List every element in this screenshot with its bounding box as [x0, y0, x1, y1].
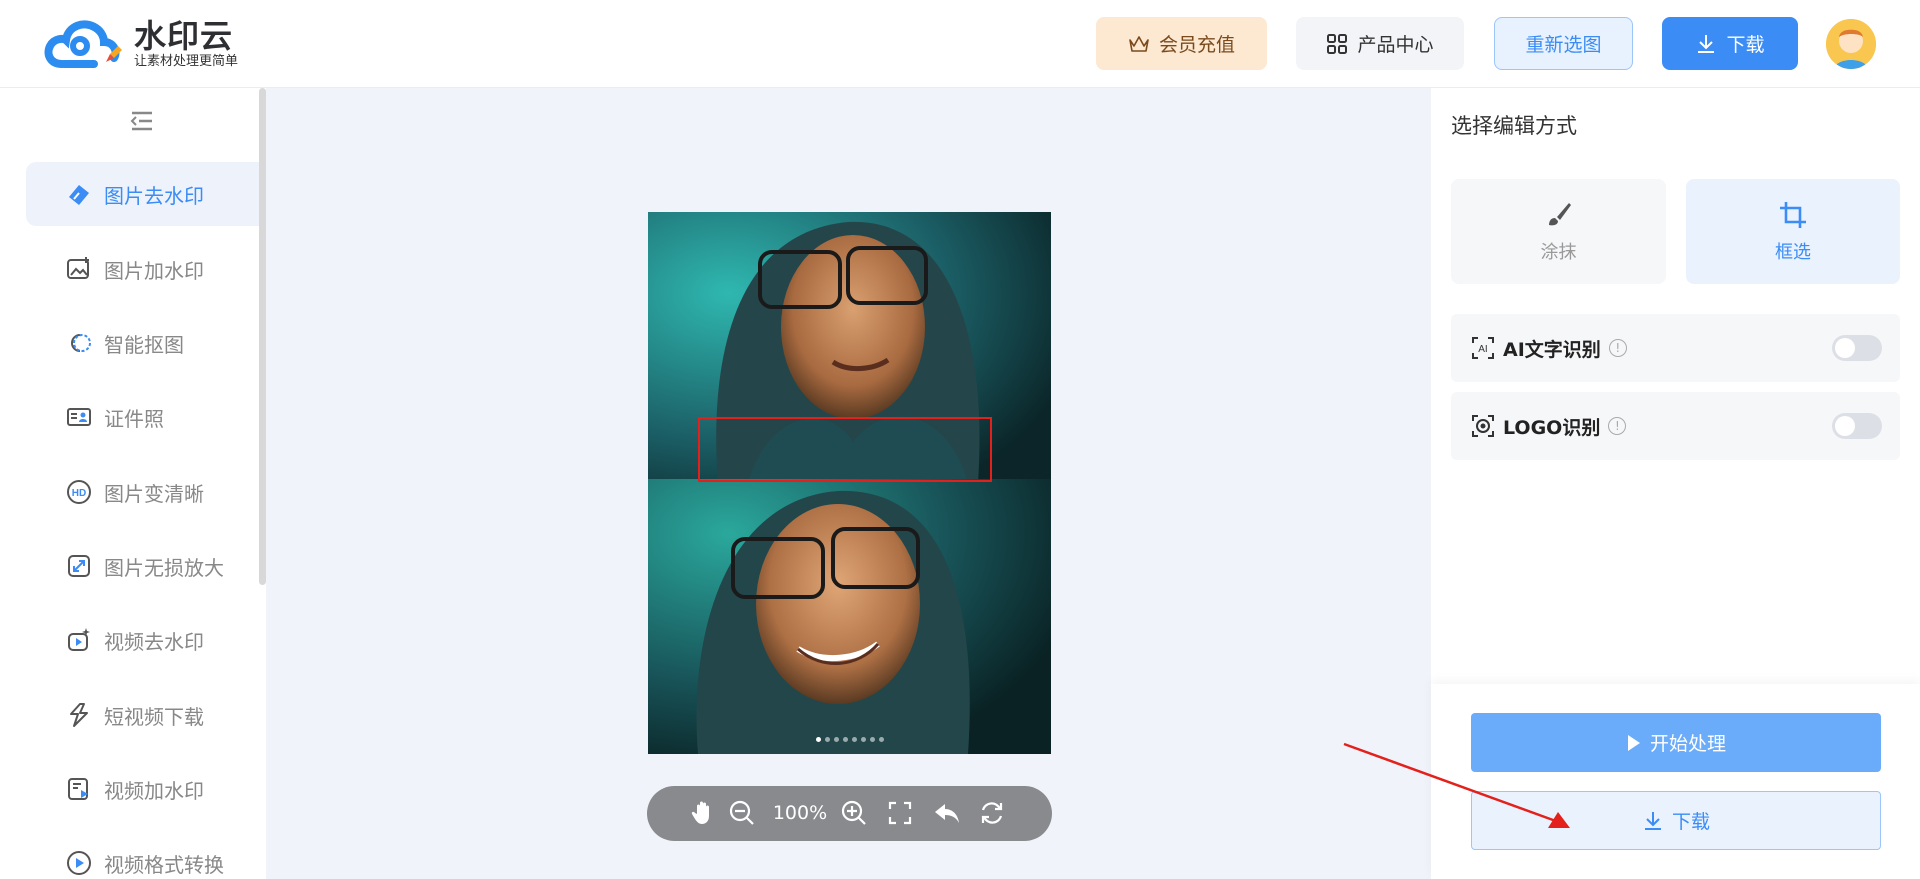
sidebar-item-label: 图片变清晰 [104, 481, 204, 506]
photo-frame-bottom [648, 479, 1051, 754]
download-result-label: 下载 [1671, 811, 1710, 833]
vip-recharge-button[interactable]: 会员充值 [1096, 17, 1267, 70]
top-header: 水印云 让素材处理更简单 会员充值 产品中心 重新选图 下载 [0, 0, 1920, 88]
page-dot[interactable] [843, 737, 848, 742]
svg-text:AI: AI [1478, 344, 1487, 355]
logo-label: LOGO识别 [1503, 416, 1601, 439]
mode-smear-button[interactable]: 涂抹 [1451, 179, 1666, 284]
sidebar-item-video-remove-watermark[interactable]: 视频去水印 [26, 608, 259, 672]
page-dot[interactable] [825, 737, 830, 742]
ai-text-recognition-option: AI AI文字识别 ! [1451, 314, 1900, 382]
fullscreen-icon[interactable] [886, 799, 914, 827]
undo-icon[interactable] [932, 799, 962, 827]
sidebar-item-label: 视频格式转换 [104, 852, 224, 877]
mode-box-select-button[interactable]: 框选 [1686, 179, 1900, 284]
enlarge-icon [66, 553, 92, 579]
reset-icon[interactable] [978, 799, 1006, 827]
sidebar-item-short-video-download[interactable]: 短视频下载 [26, 683, 259, 747]
crop-icon [1778, 200, 1808, 230]
video-magic-icon [66, 627, 92, 653]
user-avatar[interactable] [1826, 19, 1876, 69]
ai-text-toggle[interactable] [1832, 335, 1882, 361]
zoom-out-icon[interactable] [728, 799, 756, 827]
vip-label: 会员充值 [1158, 34, 1235, 56]
logo-detect-icon [1471, 414, 1495, 438]
sidebar-item-label: 图片去水印 [104, 183, 204, 208]
sidebar-item-label: 证件照 [104, 406, 164, 431]
hd-icon: HD [66, 479, 92, 505]
logo-subtitle: 让素材处理更简单 [134, 54, 239, 69]
sidebar-item-label: 图片加水印 [104, 258, 204, 283]
crown-icon [1128, 34, 1150, 54]
brush-icon [1545, 200, 1573, 230]
selection-box[interactable] [698, 417, 992, 482]
sidebar-item-label: 视频去水印 [104, 629, 204, 654]
canvas-toolbar: 100% [647, 786, 1052, 841]
zoom-level: 100% [772, 802, 828, 824]
sidebar-item-video-add-watermark[interactable]: 视频加水印 [26, 757, 259, 821]
zoom-in-icon[interactable] [840, 799, 868, 827]
sidebar-item-label: 智能抠图 [104, 332, 184, 357]
sidebar-item-image-add-watermark[interactable]: 图片加水印 [26, 237, 259, 301]
sidebar-item-image-enhance[interactable]: HD 图片变清晰 [26, 460, 259, 524]
sidebar-item-id-photo[interactable]: 证件照 [26, 385, 259, 449]
download-label: 下载 [1726, 34, 1765, 56]
edit-mode-title: 选择编辑方式 [1451, 114, 1577, 138]
logo-recognition-option: LOGO识别 ! [1451, 392, 1900, 460]
start-label: 开始处理 [1649, 733, 1726, 755]
sidebar-item-label: 短视频下载 [104, 704, 204, 729]
hand-pan-icon[interactable] [689, 799, 717, 827]
svg-text:HD: HD [72, 488, 86, 499]
page-dot[interactable] [852, 737, 857, 742]
info-icon[interactable]: ! [1608, 339, 1627, 357]
short-video-icon [66, 702, 92, 728]
reselect-image-button[interactable]: 重新选图 [1494, 17, 1633, 70]
id-card-icon [66, 404, 92, 430]
product-center-button[interactable]: 产品中心 [1296, 17, 1464, 70]
page-dot[interactable] [834, 737, 839, 742]
logo-title: 水印云 [134, 17, 234, 55]
sidebar-scrollbar[interactable] [259, 88, 266, 585]
video-add-icon [66, 776, 92, 802]
sidebar-item-smart-cutout[interactable]: 智能抠图 [26, 311, 259, 375]
logo-toggle[interactable] [1832, 413, 1882, 439]
mode-smear-label: 涂抹 [1540, 241, 1577, 263]
preview-image[interactable] [648, 212, 1051, 754]
products-label: 产品中心 [1357, 34, 1434, 56]
video-convert-icon [66, 850, 92, 876]
ai-text-label: AI文字识别 [1503, 338, 1601, 361]
sidebar-item-image-enlarge[interactable]: 图片无损放大 [26, 534, 259, 598]
sidebar-item-image-remove-watermark[interactable]: 图片去水印 [26, 162, 259, 226]
page-dot[interactable] [870, 737, 875, 742]
collapse-menu-icon[interactable] [130, 110, 154, 132]
page-dot[interactable] [879, 737, 884, 742]
play-icon [1626, 734, 1642, 752]
header-download-button[interactable]: 下载 [1662, 17, 1798, 70]
annotation-arrow [1343, 742, 1570, 828]
download-icon [1642, 810, 1664, 832]
cloud-logo-icon [44, 16, 128, 72]
sidebar-item-video-format-convert[interactable]: 视频格式转换 [26, 831, 259, 879]
image-add-icon [66, 256, 92, 282]
grid-icon [1326, 33, 1348, 55]
ai-text-icon: AI [1471, 336, 1495, 360]
page-dot[interactable] [861, 737, 866, 742]
cutout-icon [66, 330, 92, 356]
sidebar-item-label: 视频加水印 [104, 778, 204, 803]
eraser-icon [66, 181, 92, 207]
logo[interactable]: 水印云 让素材处理更简单 [44, 16, 238, 72]
info-icon[interactable]: ! [1608, 417, 1627, 435]
mode-box-label: 框选 [1775, 241, 1811, 263]
page-dots [816, 737, 884, 742]
sidebar-item-label: 图片无损放大 [104, 555, 224, 580]
download-icon [1695, 33, 1717, 55]
page-dot[interactable] [816, 737, 821, 742]
